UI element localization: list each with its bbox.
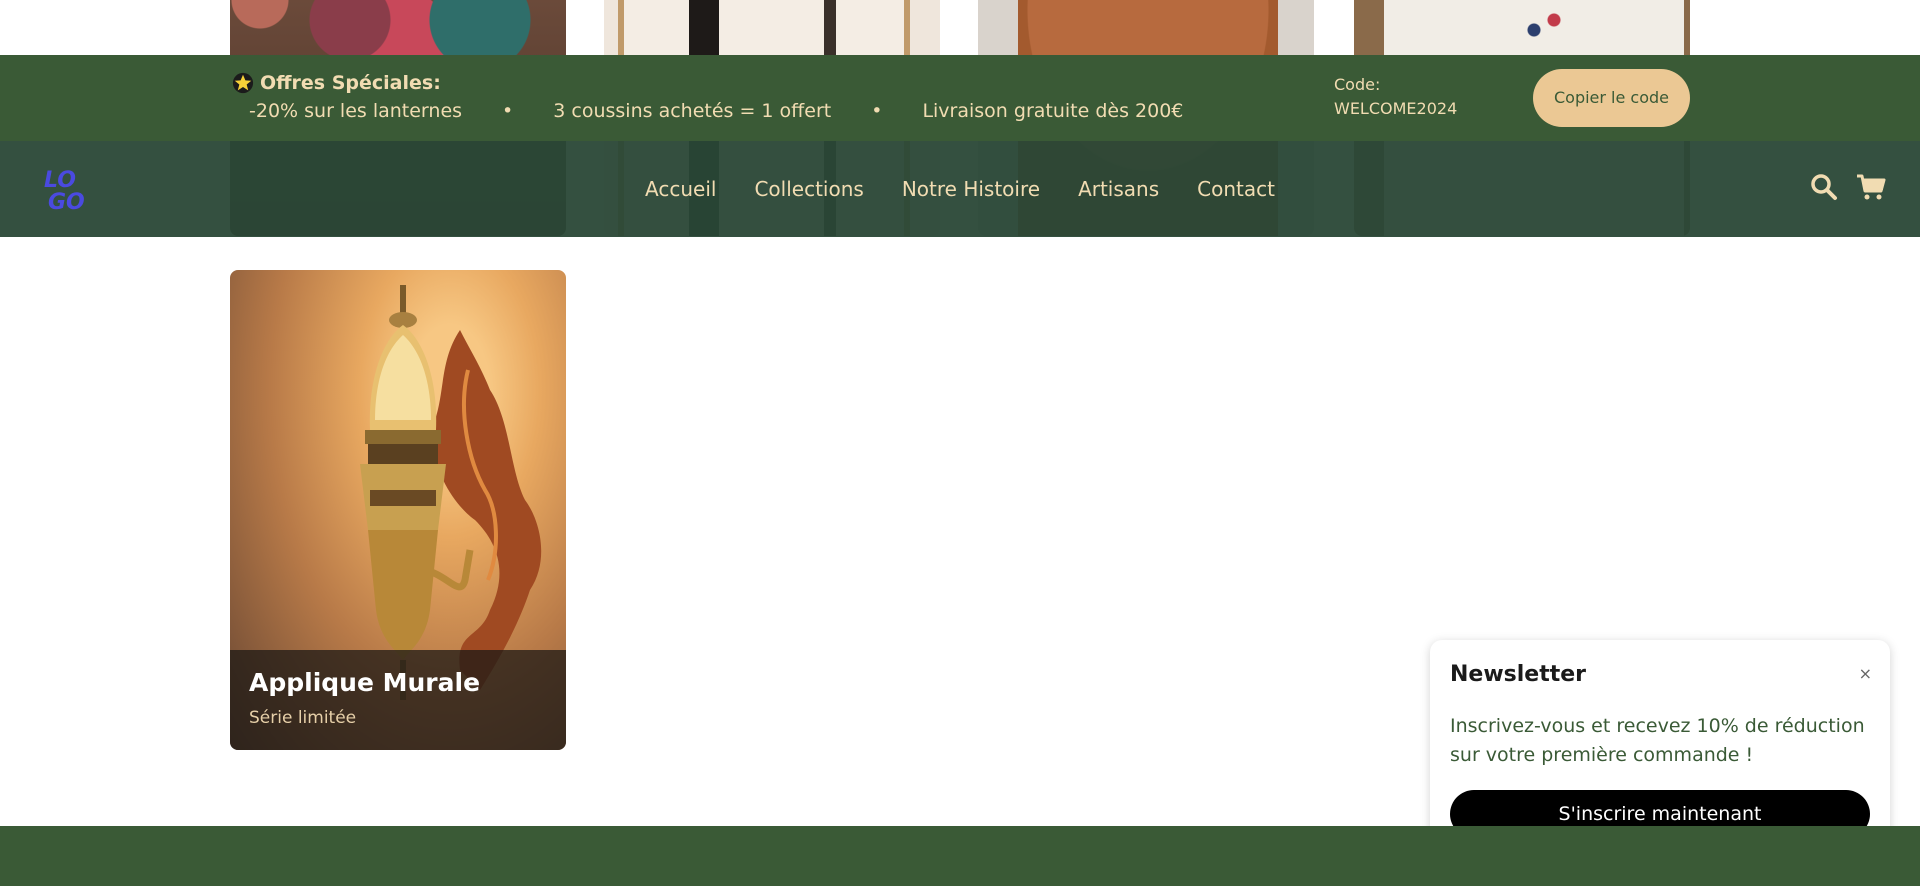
nav-link-notre-histoire[interactable]: Notre Histoire	[902, 177, 1040, 201]
separator: •	[871, 100, 883, 122]
offer-cushions: 3 coussins achetés = 1 offert	[553, 100, 832, 122]
copy-code-button[interactable]: Copier le code	[1533, 69, 1690, 127]
separator: •	[502, 100, 514, 122]
offer-shipping: Livraison gratuite dès 200€	[922, 100, 1184, 122]
nav-link-accueil[interactable]: Accueil	[645, 177, 716, 201]
promo-code: Code: WELCOME2024	[1334, 73, 1457, 121]
offer-lanterns: -20% sur les lanternes	[249, 100, 463, 122]
promo-title-text: Offres Spéciales:	[260, 72, 441, 94]
nav-links: Accueil Collections Notre Histoire Artis…	[0, 141, 1920, 237]
search-icon[interactable]	[1810, 173, 1838, 201]
product-title: Applique Murale	[249, 668, 481, 697]
product-subtitle: Série limitée	[249, 708, 357, 728]
promo-title: Offres Spéciales:	[232, 72, 441, 94]
newsletter-title: Newsletter	[1450, 662, 1587, 687]
star-icon	[232, 72, 254, 94]
nav-link-contact[interactable]: Contact	[1197, 177, 1275, 201]
product-card-applique[interactable]: Applique Murale Série limitée	[230, 270, 566, 750]
promo-code-value: WELCOME2024	[1334, 99, 1458, 118]
newsletter-text: Inscrivez-vous et recevez 10% de réducti…	[1450, 715, 1865, 766]
nav-link-artisans[interactable]: Artisans	[1078, 177, 1159, 201]
cart-icon[interactable]	[1856, 173, 1886, 201]
promo-code-label: Code:	[1334, 75, 1381, 94]
promo-offers: -20% sur les lanternes • 3 coussins ache…	[249, 100, 1183, 122]
nav-link-collections[interactable]: Collections	[754, 177, 863, 201]
nav-icons	[1810, 173, 1886, 201]
close-icon[interactable]: ×	[1859, 664, 1872, 683]
card-caption: Applique Murale Série limitée	[230, 650, 566, 750]
footer	[0, 826, 1920, 886]
main-nav: LO GO Accueil Collections Notre Histoire…	[0, 141, 1920, 237]
promo-banner: Offres Spéciales: -20% sur les lanternes…	[0, 55, 1920, 141]
